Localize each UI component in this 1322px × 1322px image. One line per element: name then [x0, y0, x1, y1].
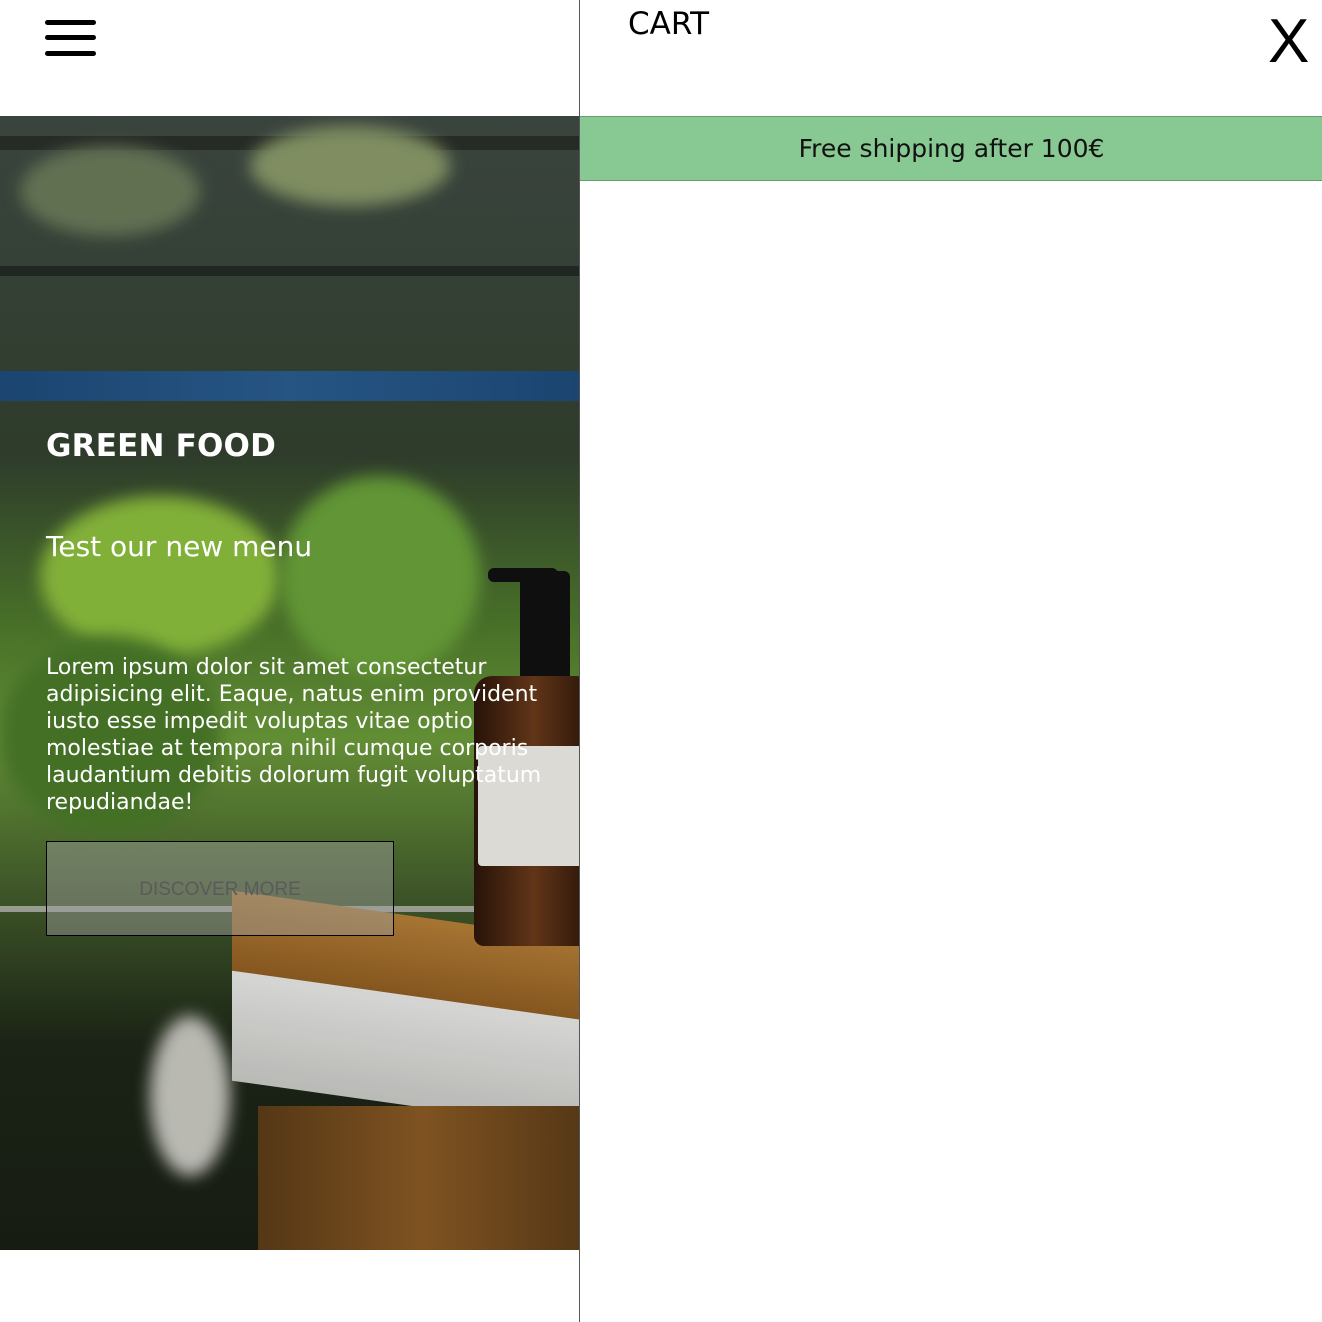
hero-title: GREEN FOOD [46, 428, 277, 464]
page: GREEN FOOD Test our new menu Lorem ipsum… [0, 0, 1322, 1322]
close-cart-button[interactable]: X [1268, 11, 1316, 73]
hero-description: Lorem ipsum dolor sit amet consectetur a… [46, 655, 542, 815]
hamburger-line [45, 35, 96, 40]
hamburger-line [45, 20, 96, 25]
hero-section: GREEN FOOD Test our new menu Lorem ipsum… [0, 116, 579, 1250]
cart-title: CART [628, 6, 710, 42]
cart-drawer: CART X Free shipping after 100€ [579, 0, 1322, 1322]
cart-header: CART X [580, 0, 1322, 116]
hero-subtitle: Test our new menu [46, 530, 313, 563]
top-bar [0, 0, 579, 116]
discover-more-button[interactable]: DISCOVER MORE [46, 841, 394, 936]
hamburger-line [45, 51, 96, 56]
main-page: GREEN FOOD Test our new menu Lorem ipsum… [0, 0, 579, 1322]
hamburger-menu-icon[interactable] [45, 18, 97, 58]
free-shipping-banner: Free shipping after 100€ [580, 116, 1322, 181]
